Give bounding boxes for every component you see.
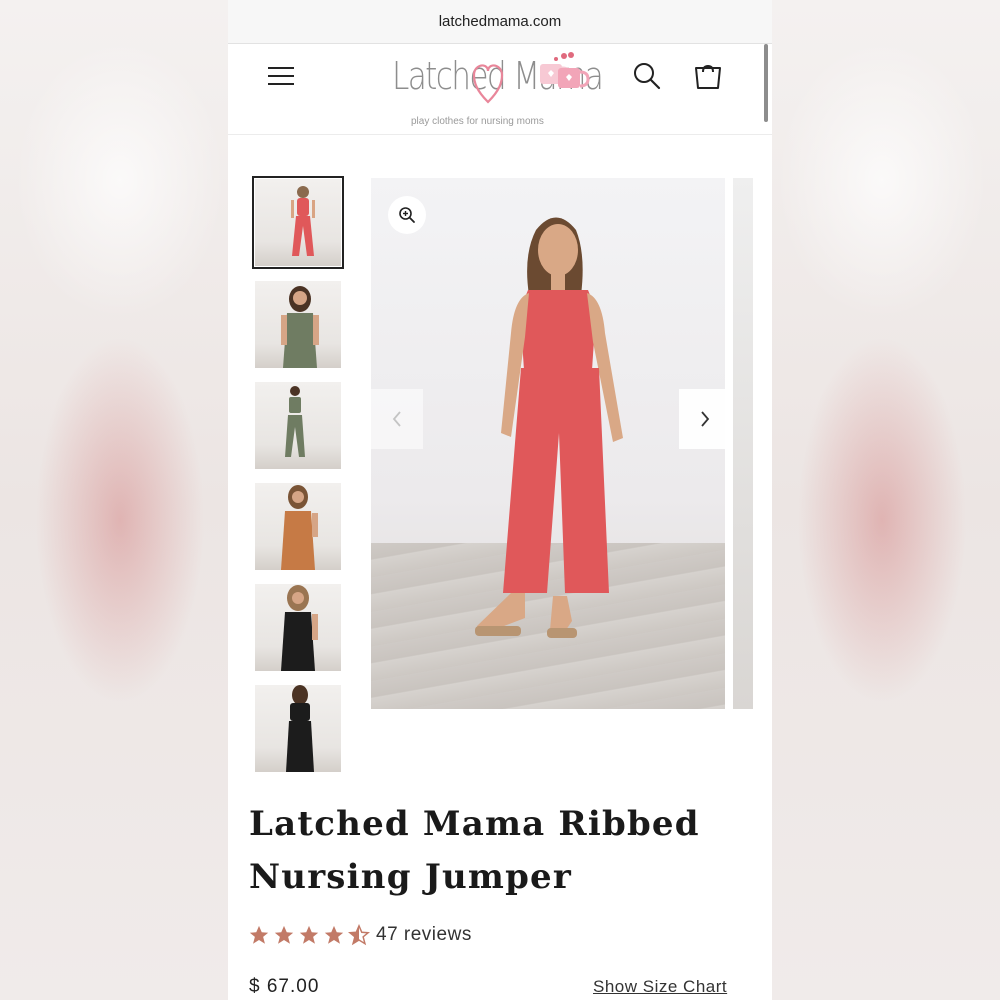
star-full-icon <box>249 925 269 944</box>
zoom-button[interactable] <box>388 196 426 234</box>
model-figure-image <box>475 217 623 638</box>
search-icon[interactable] <box>632 61 662 91</box>
show-size-chart-link[interactable]: Show Size Chart <box>593 977 727 997</box>
chevron-right-icon <box>701 411 710 427</box>
thumbnail-image <box>285 386 305 457</box>
thumbnail-image <box>291 186 315 256</box>
product-thumbnail-4[interactable] <box>255 483 341 570</box>
product-thumbnail-1[interactable] <box>252 176 344 269</box>
background-blur-right <box>772 0 1000 1000</box>
product-title: Latched Mama Ribbed Nursing Jumper <box>249 804 700 897</box>
product-thumbnail-5[interactable] <box>255 584 341 671</box>
star-full-icon <box>299 925 319 944</box>
cart-bag-icon[interactable] <box>692 60 724 92</box>
star-half-icon <box>348 924 370 946</box>
review-count-link[interactable]: 47 reviews <box>376 924 472 946</box>
url-text: latchedmama.com <box>438 13 562 30</box>
phone-screen: latchedmama.com Latched Mama play clothe… <box>228 0 772 1000</box>
star-full-icon <box>324 925 344 944</box>
thumbnail-image <box>281 485 318 570</box>
product-main-image[interactable] <box>371 178 725 709</box>
next-image-button[interactable] <box>679 389 731 449</box>
product-price: $ 67.00 <box>249 976 320 997</box>
rating-stars <box>248 924 370 946</box>
thumbnail-image <box>286 685 314 772</box>
zoom-in-icon <box>399 207 415 223</box>
logo-heart-icon <box>472 64 504 104</box>
chevron-left-icon <box>392 411 401 427</box>
product-rating[interactable]: 47 reviews <box>248 924 472 946</box>
previous-image-button[interactable] <box>371 389 423 449</box>
site-header: Latched Mama play clothes for nursing mo… <box>228 44 772 135</box>
hamburger-menu-icon[interactable] <box>266 62 298 90</box>
product-thumbnail-6[interactable] <box>255 685 341 772</box>
next-product-image-peek[interactable] <box>733 178 753 709</box>
logo-tagline: play clothes for nursing moms <box>411 116 544 127</box>
thumbnail-image <box>281 585 318 671</box>
background-blur-left <box>0 0 228 1000</box>
coffee-mugs-icon <box>540 52 590 88</box>
star-full-icon <box>274 925 294 944</box>
address-bar[interactable]: latchedmama.com <box>228 0 772 44</box>
site-logo[interactable]: Latched Mama play clothes for nursing mo… <box>390 50 604 127</box>
thumbnail-image <box>281 286 319 368</box>
product-thumbnail-2[interactable] <box>255 281 341 368</box>
page-scrollbar[interactable] <box>764 44 768 122</box>
product-thumbnail-3[interactable] <box>255 382 341 469</box>
